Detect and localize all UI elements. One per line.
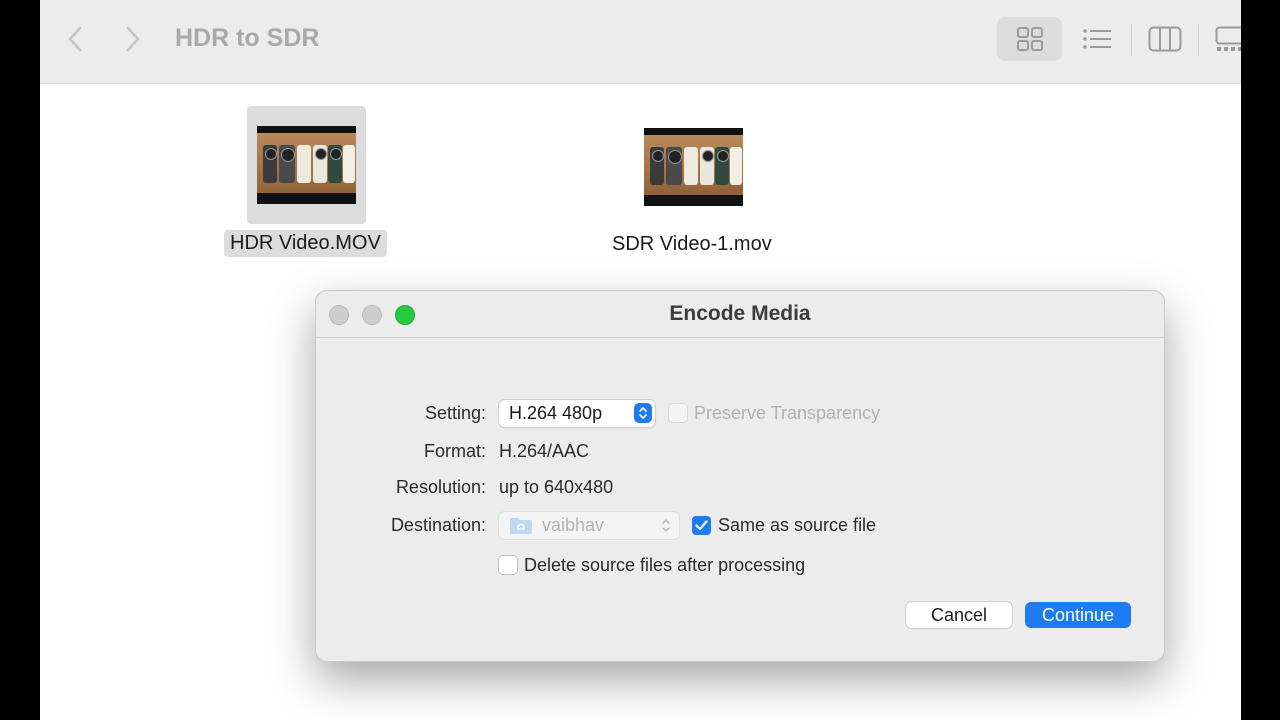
video-thumbnail [644, 128, 743, 206]
gallery-view-icon [1215, 26, 1241, 51]
back-button[interactable] [60, 22, 90, 56]
destination-label: Destination: [390, 515, 486, 535]
same-as-source-checkbox[interactable] [692, 516, 711, 535]
video-thumbnail [257, 126, 356, 204]
resolution-label: Resolution: [395, 477, 486, 497]
chevron-left-icon [68, 26, 82, 52]
column-view-button[interactable] [1147, 17, 1183, 61]
list-view-icon [1083, 29, 1111, 49]
forward-button[interactable] [118, 22, 148, 56]
setting-popup[interactable]: H.264 480p [499, 400, 655, 427]
finder-toolbar: HDR to SDR [40, 0, 1241, 84]
continue-button[interactable]: Continue [1025, 602, 1131, 628]
cancel-button[interactable]: Cancel [906, 602, 1012, 628]
grid-view-icon [1016, 27, 1043, 51]
toolbar-separator [1198, 24, 1199, 56]
encode-media-dialog: Encode Media Setting: H.264 480p Preserv… [315, 290, 1165, 662]
dialog-title: Encode Media [669, 302, 811, 325]
setting-value: H.264 480p [509, 403, 603, 423]
folder-title: HDR to SDR [175, 24, 320, 52]
format-label: Format: [423, 441, 486, 461]
same-as-source-label: Same as source file [718, 515, 877, 535]
chevron-right-icon [126, 26, 140, 52]
dialog-titlebar: Encode Media [316, 291, 1164, 338]
file-name: HDR Video.MOV [224, 230, 387, 257]
delete-source-checkbox[interactable] [499, 556, 517, 574]
gallery-view-button[interactable] [1215, 17, 1241, 61]
file-name: SDR Video-1.mov [612, 233, 772, 255]
format-value: H.264/AAC [499, 441, 590, 461]
destination-popup[interactable]: vaibhav [499, 512, 679, 539]
destination-value: vaibhav [542, 515, 605, 535]
toolbar-separator [1131, 24, 1132, 56]
delete-source-label: Delete source files after processing [524, 555, 806, 575]
icon-view-button[interactable] [997, 17, 1062, 61]
column-view-icon [1148, 26, 1182, 52]
list-view-button[interactable] [1080, 17, 1114, 61]
resolution-value: up to 640x480 [499, 477, 614, 497]
chevron-updown-icon [662, 519, 670, 532]
home-folder-icon [510, 518, 532, 534]
popup-stepper-icon [634, 403, 652, 423]
preserve-transparency-label: Preserve Transparency [694, 403, 881, 423]
checkmark-icon [695, 520, 708, 531]
preserve-transparency-checkbox[interactable] [669, 404, 687, 422]
setting-label: Setting: [424, 403, 486, 423]
